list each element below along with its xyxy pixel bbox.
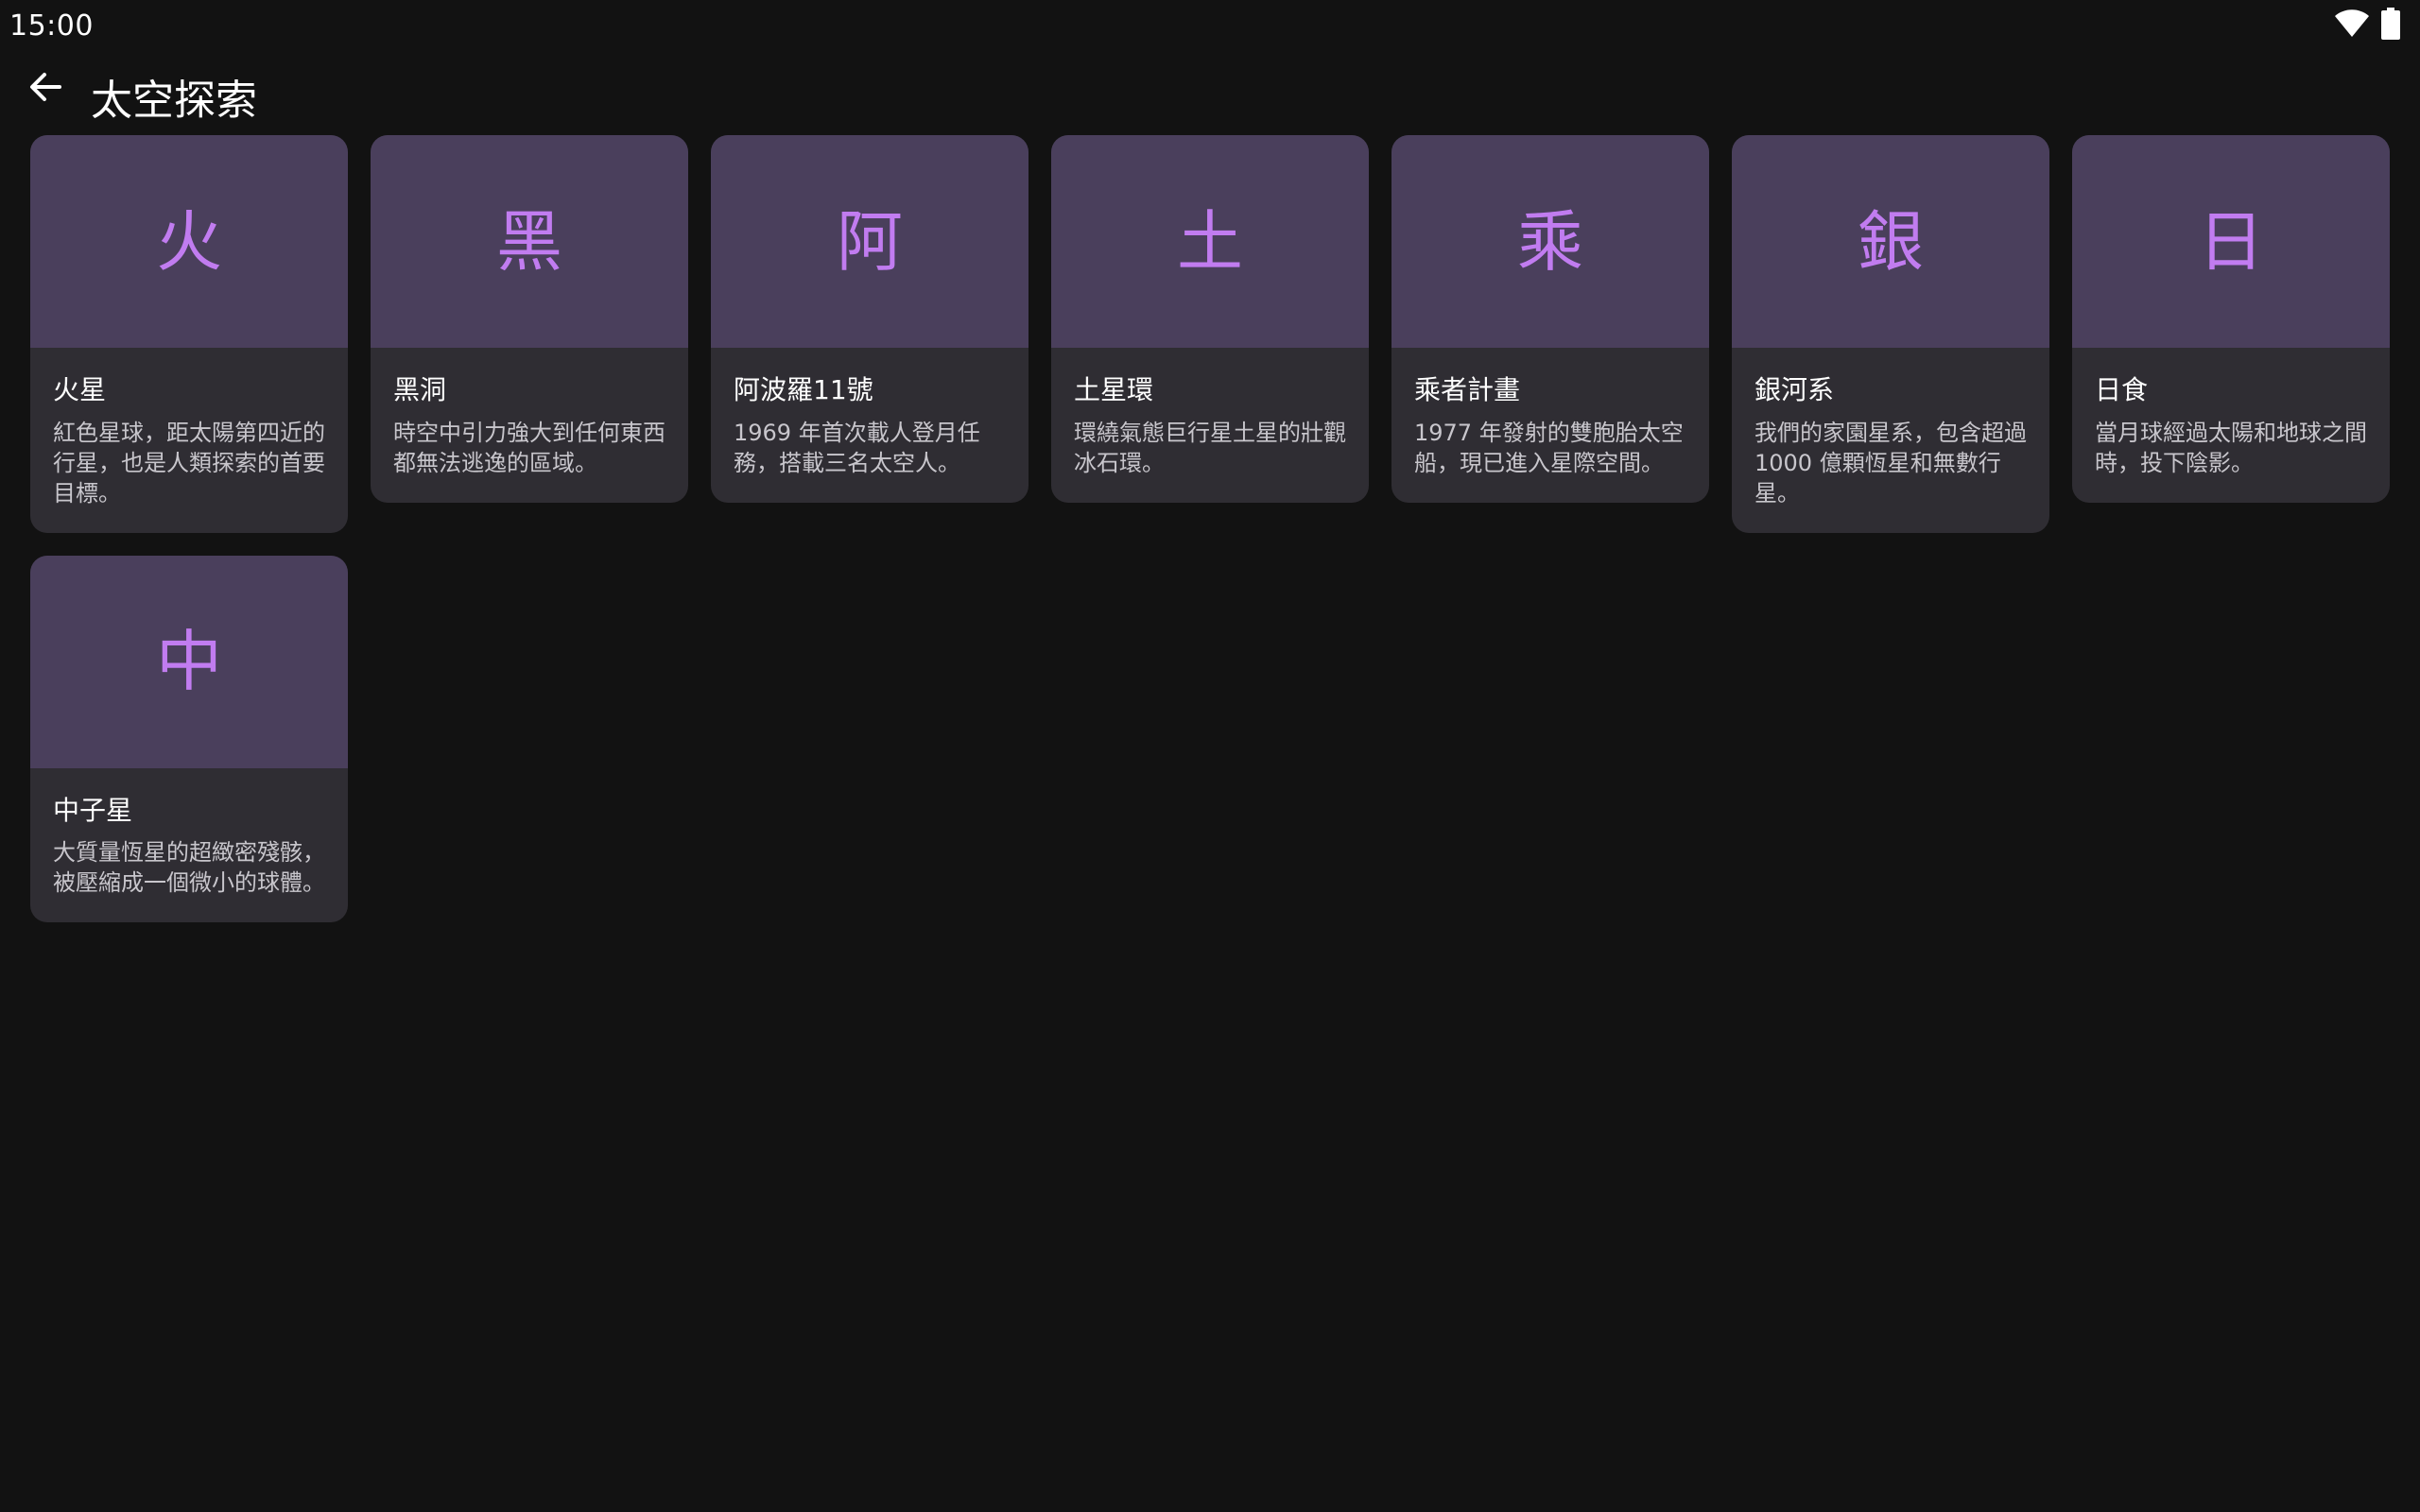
arrow-back-icon xyxy=(27,69,63,109)
topic-card-milky-way[interactable]: 銀 銀河系 我們的家園星系，包含超過 1000 億顆恆星和無數行星。 xyxy=(1732,135,2049,533)
card-title: 土星環 xyxy=(1074,374,1154,405)
card-description: 當月球經過太陽和地球之間時，投下陰影。 xyxy=(2095,419,2367,476)
card-body: 銀河系 我們的家園星系，包含超過 1000 億顆恆星和無數行星。 xyxy=(1732,348,2049,533)
card-hero: 日 xyxy=(2072,135,2390,348)
card-hero: 中 xyxy=(30,555,348,768)
topic-card-neutron-star[interactable]: 中 中子星 大質量恆星的超緻密殘骸，被壓縮成一個微小的球體。 xyxy=(30,555,348,923)
card-initial: 阿 xyxy=(837,202,903,281)
battery-icon xyxy=(2380,8,2401,43)
card-body: 中子星 大質量恆星的超緻密殘骸，被壓縮成一個微小的球體。 xyxy=(30,768,348,923)
card-description: 1977 年發射的雙胞胎太空船，現已進入星際空間。 xyxy=(1414,419,1684,476)
topic-card-solar-eclipse[interactable]: 日 日食 當月球經過太陽和地球之間時，投下陰影。 xyxy=(2072,135,2390,503)
card-title: 中子星 xyxy=(53,794,133,826)
card-hero: 阿 xyxy=(711,135,1028,348)
card-title: 銀河系 xyxy=(1754,374,1835,405)
topic-card-saturn-rings[interactable]: 土 土星環 環繞氣態巨行星土星的壯觀冰石環。 xyxy=(1051,135,1369,503)
card-hero: 黑 xyxy=(371,135,688,348)
card-description: 大質量恆星的超緻密殘骸，被壓縮成一個微小的球體。 xyxy=(53,839,325,897)
topic-card-voyager[interactable]: 乘 乘者計畫 1977 年發射的雙胞胎太空船，現已進入星際空間。 xyxy=(1392,135,1709,503)
card-description: 1969 年首次載人登月任務，搭載三名太空人。 xyxy=(734,419,980,476)
card-initial: 乘 xyxy=(1517,202,1583,281)
card-initial: 土 xyxy=(1177,202,1243,281)
topic-card-black-hole[interactable]: 黑 黑洞 時空中引力強大到任何東西都無法逃逸的區域。 xyxy=(371,135,688,503)
back-button[interactable] xyxy=(17,60,74,117)
card-body: 黑洞 時空中引力強大到任何東西都無法逃逸的區域。 xyxy=(371,348,688,503)
card-hero: 土 xyxy=(1051,135,1369,348)
card-body: 火星 紅色星球，距太陽第四近的行星，也是人類探索的首要目標。 xyxy=(30,348,348,533)
status-icons xyxy=(2333,8,2401,43)
card-title: 火星 xyxy=(53,374,107,405)
topic-grid: 火 火星 紅色星球，距太陽第四近的行星，也是人類探索的首要目標。 黑 黑洞 時空… xyxy=(30,135,2390,923)
topic-card-apollo-11[interactable]: 阿 阿波羅11號 1969 年首次載人登月任務，搭載三名太空人。 xyxy=(711,135,1028,503)
card-initial: 日 xyxy=(2198,202,2264,281)
app-bar: 太空探索 xyxy=(0,57,2420,132)
card-title: 黑洞 xyxy=(393,374,447,405)
card-title: 乘者計畫 xyxy=(1414,374,1521,405)
card-description: 我們的家園星系，包含超過 1000 億顆恆星和無數行星。 xyxy=(1754,419,2027,507)
card-initial: 中 xyxy=(156,623,222,701)
card-description: 紅色星球，距太陽第四近的行星，也是人類探索的首要目標。 xyxy=(53,419,325,507)
page-title: 太空探索 xyxy=(91,77,257,125)
card-hero: 火 xyxy=(30,135,348,348)
status-time: 15:00 xyxy=(9,9,94,43)
card-initial: 黑 xyxy=(496,202,562,281)
wifi-icon xyxy=(2333,9,2371,43)
card-body: 乘者計畫 1977 年發射的雙胞胎太空船，現已進入星際空間。 xyxy=(1392,348,1709,503)
card-description: 環繞氣態巨行星土星的壯觀冰石環。 xyxy=(1074,419,1346,476)
status-bar: 15:00 xyxy=(0,0,2420,57)
card-hero: 乘 xyxy=(1392,135,1709,348)
card-initial: 銀 xyxy=(1858,202,1924,281)
card-description: 時空中引力強大到任何東西都無法逃逸的區域。 xyxy=(393,419,666,476)
card-hero: 銀 xyxy=(1732,135,2049,348)
card-title: 阿波羅11號 xyxy=(734,374,873,405)
card-body: 日食 當月球經過太陽和地球之間時，投下陰影。 xyxy=(2072,348,2390,503)
card-title: 日食 xyxy=(2095,374,2149,405)
card-body: 土星環 環繞氣態巨行星土星的壯觀冰石環。 xyxy=(1051,348,1369,503)
card-initial: 火 xyxy=(156,202,222,281)
topic-card-mars[interactable]: 火 火星 紅色星球，距太陽第四近的行星，也是人類探索的首要目標。 xyxy=(30,135,348,533)
card-body: 阿波羅11號 1969 年首次載人登月任務，搭載三名太空人。 xyxy=(711,348,1028,503)
